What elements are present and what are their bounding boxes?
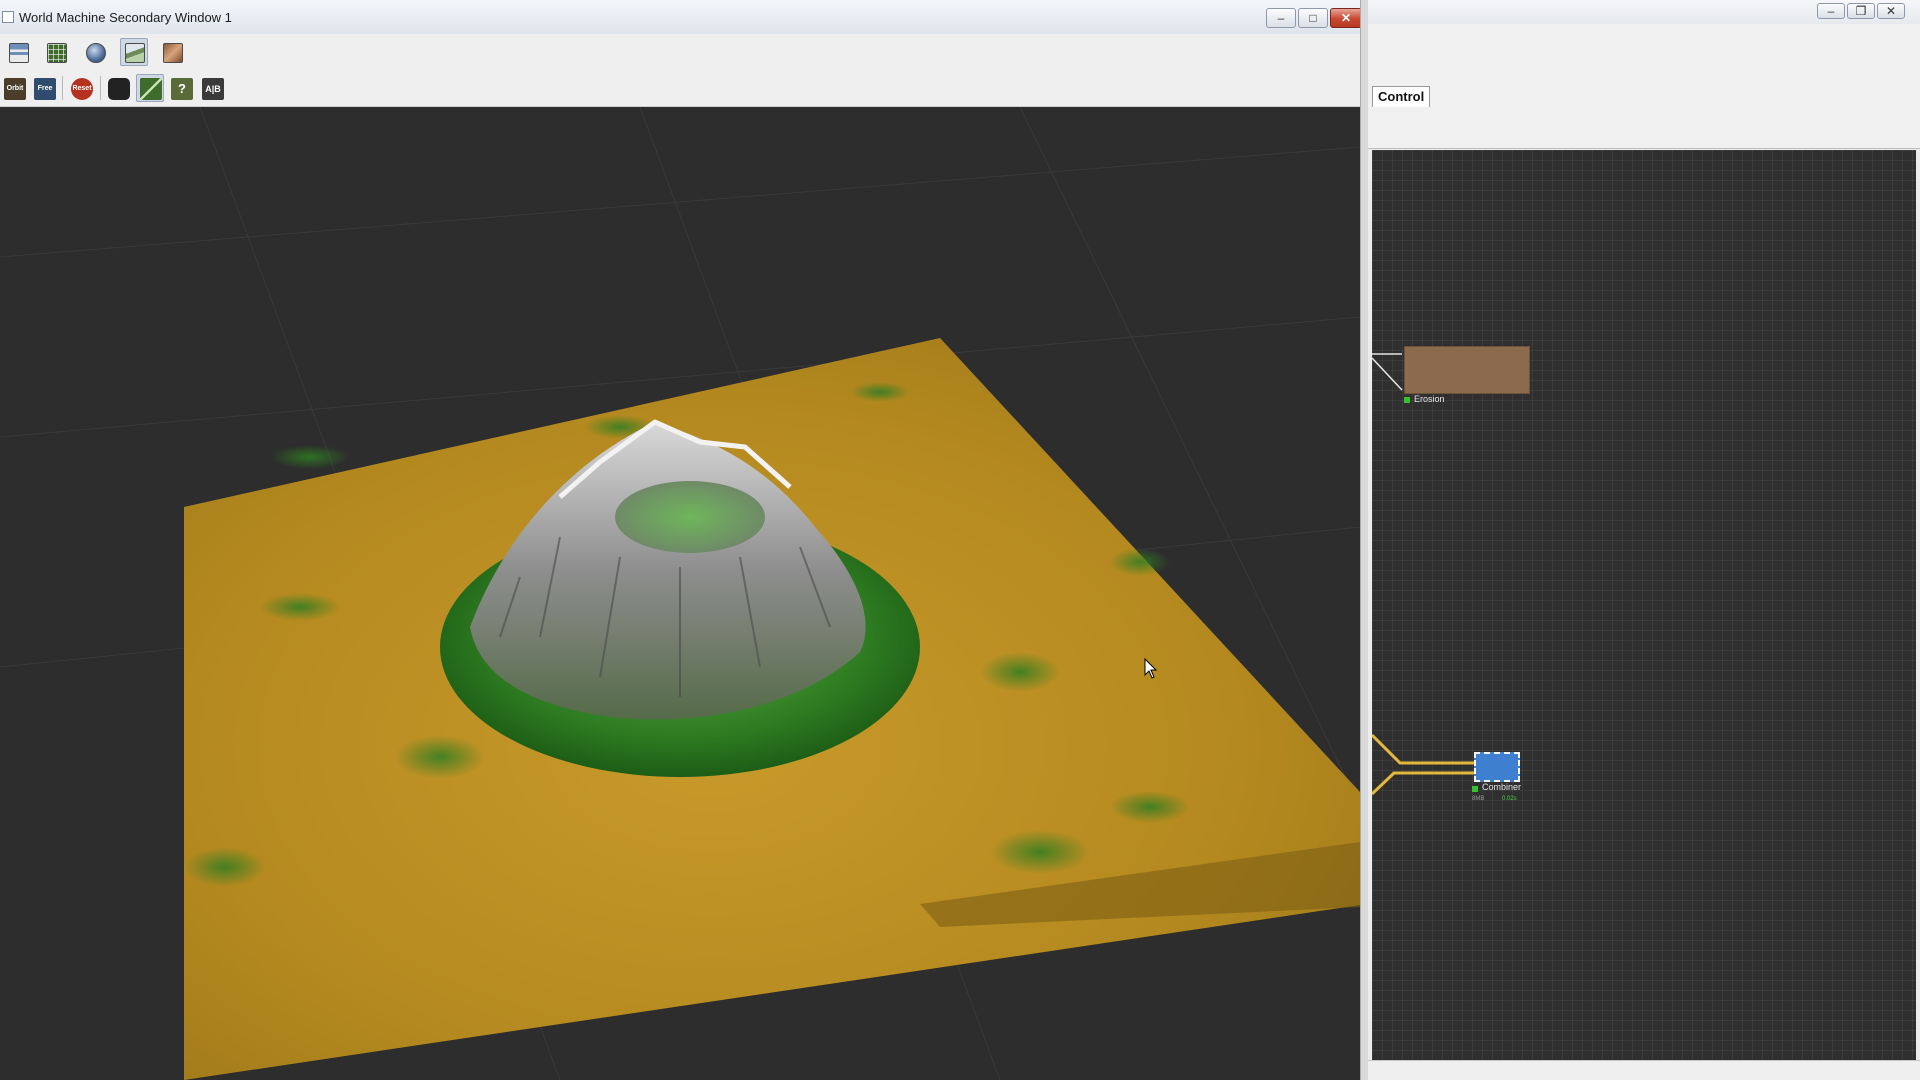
camera-toolbar: Orbit Free Reset ? A|B [0,70,1368,107]
window-divider[interactable] [1360,0,1368,1080]
main-toolbar-area [1368,24,1920,85]
combiner-time-label: 0.02s [1502,796,1517,802]
combiner-status-indicator [1472,786,1478,792]
terrain-render [0,107,1360,1080]
close-button[interactable]: ✕ [1330,8,1362,28]
texture-view-button[interactable] [158,38,186,66]
app-icon [2,11,14,23]
texture-view-icon [163,43,183,63]
device-graph-canvas[interactable]: Erosion Combiner 8MB 0.02s [1372,150,1916,1060]
3d-preview-button[interactable] [120,38,148,66]
main-window: – ❐ ✕ Control Erosion Combiner 8MB 0.02s [1368,0,1920,1080]
toolbar-separator [62,76,63,100]
ab-compare-button[interactable]: A|B [198,74,226,102]
reset-camera-icon: Reset [71,78,93,100]
graph-wires [1372,353,1474,796]
wireframe-toggle-icon [140,78,162,100]
3d-viewport[interactable] [0,107,1360,1080]
help-button[interactable]: ? [167,74,195,102]
layout-view-icon [9,43,29,63]
main-window-titlebar[interactable]: – ❐ ✕ [1368,0,1920,24]
orbit-camera-icon: Orbit [4,78,26,100]
close-button[interactable]: ✕ [1877,3,1905,19]
secondary-window: World Machine Secondary Window 1 – □ ✕ O… [0,0,1368,1080]
tab-control[interactable]: Control [1372,86,1431,107]
erosion-node-label: Erosion [1414,394,1445,404]
combiner-input-wires [1372,733,1474,796]
free-camera-icon: Free [34,78,56,100]
ribbon-panel [1368,108,1920,149]
status-bar [1368,1060,1920,1080]
terrain-map-button[interactable] [42,38,70,66]
snapshot-camera-button[interactable] [104,74,132,102]
orbit-camera-button[interactable]: Orbit [0,74,28,102]
globe-view-icon [86,43,106,63]
erosion-node[interactable] [1404,346,1530,394]
minimize-button[interactable]: – [1266,8,1296,28]
maximize-button[interactable]: □ [1298,8,1328,28]
erosion-input-wire [1372,353,1403,391]
mouse-pointer-icon [1144,658,1158,679]
wireframe-toggle-button[interactable] [136,74,164,102]
reset-camera-button[interactable]: Reset [67,74,95,102]
3d-preview-icon [125,43,145,63]
toolbar-separator [100,76,101,100]
minimize-button[interactable]: – [1817,3,1845,19]
restore-button[interactable]: ❐ [1847,3,1875,19]
combiner-memory-label: 8MB [1472,796,1485,802]
ribbon-tab-strip: Control [1368,84,1920,109]
ab-compare-icon: A|B [202,78,224,100]
layout-view-button[interactable] [4,38,32,66]
snapshot-camera-icon [108,78,130,100]
combiner-node[interactable] [1474,752,1520,782]
globe-view-button[interactable] [81,38,109,66]
free-camera-button[interactable]: Free [30,74,58,102]
secondary-window-titlebar[interactable]: World Machine Secondary Window 1 – □ ✕ [0,0,1368,35]
help-icon: ? [171,78,193,100]
terrain-map-icon [47,43,67,63]
view-mode-toolbar [0,34,1368,70]
window-title: World Machine Secondary Window 1 [19,10,232,25]
erosion-status-indicator [1404,397,1410,403]
combiner-node-label: Combiner [1482,782,1522,792]
